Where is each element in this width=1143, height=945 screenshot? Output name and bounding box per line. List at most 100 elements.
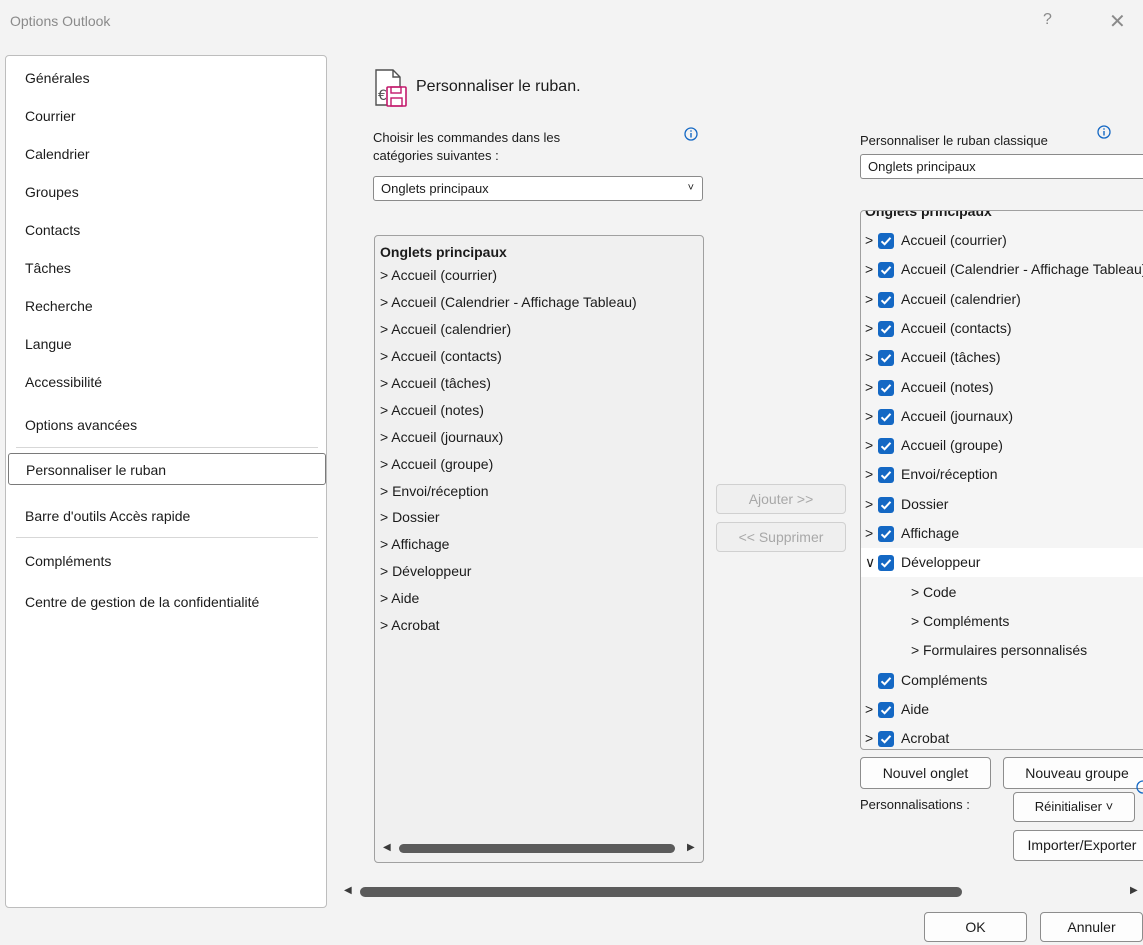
- scroll-right-icon[interactable]: ▶: [687, 842, 695, 853]
- scrollbar-thumb[interactable]: [360, 887, 962, 897]
- nav-item-generales[interactable]: Générales: [8, 62, 326, 94]
- list-item[interactable]: > Dossier: [380, 504, 440, 530]
- list-item[interactable]: > Accueil (groupe): [380, 451, 493, 477]
- tree-item[interactable]: > Accueil (groupe): [861, 431, 1143, 460]
- chevron-right-icon[interactable]: >: [865, 373, 873, 402]
- info-icon[interactable]: [1136, 780, 1143, 797]
- checkbox[interactable]: [878, 496, 894, 513]
- tree-item[interactable]: > Aide: [861, 695, 1143, 724]
- chevron-right-icon[interactable]: >: [865, 343, 873, 372]
- checkbox[interactable]: [878, 262, 894, 279]
- checkbox[interactable]: [878, 233, 894, 249]
- help-button[interactable]: ?: [1043, 11, 1052, 29]
- ribbon-tree[interactable]: Onglets principaux > Accueil (courrier) > A…: [860, 210, 1143, 750]
- checkbox[interactable]: [878, 291, 894, 308]
- chevron-right-icon[interactable]: >: [911, 607, 919, 636]
- reset-dropdown-button[interactable]: Réinitialiser ˅: [1013, 792, 1135, 822]
- chevron-right-icon[interactable]: >: [865, 431, 873, 460]
- list-item[interactable]: > Accueil (Calendrier - Affichage Tablea…: [380, 289, 637, 315]
- tree-item[interactable]: Compléments: [861, 666, 1143, 695]
- list-item[interactable]: > Affichage: [380, 531, 449, 557]
- nav-item-contacts[interactable]: Contacts: [8, 214, 326, 246]
- chevron-right-icon[interactable]: >: [865, 490, 873, 519]
- tree-item[interactable]: > Accueil (courrier): [861, 226, 1143, 255]
- new-group-button[interactable]: Nouveau groupe: [1003, 757, 1143, 789]
- tree-item[interactable]: ∨ Développeur: [861, 548, 1143, 578]
- tree-item[interactable]: > Accueil (journaux): [861, 402, 1143, 431]
- checkbox[interactable]: [878, 467, 894, 484]
- nav-item-complements[interactable]: Compléments: [8, 545, 326, 577]
- add-button[interactable]: Ajouter >>: [716, 484, 846, 514]
- checkbox[interactable]: [878, 320, 894, 337]
- checkbox[interactable]: [878, 701, 894, 718]
- info-icon[interactable]: [1097, 125, 1111, 142]
- nav-item-accessibilite[interactable]: Accessibilité: [8, 366, 326, 398]
- chevron-right-icon[interactable]: >: [865, 285, 873, 314]
- nav-item-options-avancees[interactable]: Options avancées: [8, 409, 326, 441]
- commands-listbox[interactable]: Onglets principaux > Accueil (courrier) …: [374, 235, 704, 863]
- import-export-button[interactable]: Importer/Exporter: [1013, 830, 1143, 861]
- list-item[interactable]: > Envoi/réception: [380, 478, 489, 504]
- checkbox[interactable]: [878, 672, 894, 689]
- ribbon-target-dropdown[interactable]: Onglets principaux: [860, 154, 1143, 179]
- ok-button[interactable]: OK: [924, 912, 1027, 942]
- commands-category-dropdown[interactable]: Onglets principaux ˅: [373, 176, 703, 201]
- chevron-right-icon[interactable]: >: [865, 695, 873, 724]
- new-tab-button[interactable]: Nouvel onglet: [860, 757, 991, 789]
- nav-item-personnaliser-ruban[interactable]: Personnaliser le ruban: [8, 453, 326, 485]
- list-item[interactable]: > Acrobat: [380, 612, 440, 638]
- chevron-right-icon[interactable]: >: [865, 314, 873, 343]
- list-item[interactable]: > Développeur: [380, 558, 471, 584]
- tree-item[interactable]: > Formulaires personnalisés: [861, 636, 1143, 665]
- list-item[interactable]: > Accueil (tâches): [380, 370, 491, 396]
- checkbox[interactable]: [878, 731, 894, 748]
- nav-item-barre-acces-rapide[interactable]: Barre d'outils Accès rapide: [8, 500, 326, 532]
- nav-item-courrier[interactable]: Courrier: [8, 100, 326, 132]
- tree-item[interactable]: > Affichage: [861, 519, 1143, 548]
- list-hscrollbar[interactable]: ◀ ▶: [379, 842, 699, 856]
- scrollbar-thumb[interactable]: [399, 844, 675, 853]
- tree-item[interactable]: > Accueil (contacts): [861, 314, 1143, 343]
- nav-item-recherche[interactable]: Recherche: [8, 290, 326, 322]
- list-item[interactable]: > Accueil (calendrier): [380, 316, 511, 342]
- checkbox[interactable]: [878, 555, 894, 572]
- list-item[interactable]: > Accueil (notes): [380, 397, 484, 423]
- info-icon[interactable]: [684, 127, 698, 144]
- nav-item-calendrier[interactable]: Calendrier: [8, 138, 326, 170]
- page-hscrollbar[interactable]: ◀ ▶: [340, 884, 1143, 900]
- remove-button[interactable]: << Supprimer: [716, 522, 846, 552]
- close-button[interactable]: ✕: [1109, 9, 1126, 34]
- chevron-right-icon[interactable]: >: [865, 402, 873, 431]
- checkbox[interactable]: [878, 350, 894, 367]
- list-item[interactable]: > Accueil (journaux): [380, 424, 503, 450]
- tree-item[interactable]: > Accueil (Calendrier - Affichage Tableau…: [861, 255, 1143, 284]
- tree-item[interactable]: > Code: [861, 578, 1143, 607]
- list-item[interactable]: > Accueil (courrier): [380, 262, 497, 288]
- chevron-down-icon[interactable]: ∨: [865, 548, 875, 577]
- tree-item[interactable]: > Compléments: [861, 607, 1143, 636]
- nav-item-groupes[interactable]: Groupes: [8, 176, 326, 208]
- checkbox[interactable]: [878, 438, 894, 455]
- tree-item[interactable]: > Accueil (tâches): [861, 343, 1143, 372]
- tree-item[interactable]: > Accueil (calendrier): [861, 285, 1143, 314]
- chevron-right-icon[interactable]: >: [911, 578, 919, 607]
- chevron-right-icon[interactable]: >: [865, 460, 873, 489]
- checkbox[interactable]: [878, 408, 894, 425]
- checkbox[interactable]: [878, 526, 894, 542]
- checkbox[interactable]: [878, 379, 894, 396]
- nav-item-langue[interactable]: Langue: [8, 328, 326, 360]
- list-item[interactable]: > Aide: [380, 585, 419, 611]
- nav-item-confidentialite[interactable]: Centre de gestion de la confidentialité: [8, 586, 326, 618]
- tree-item[interactable]: > Accueil (notes): [861, 373, 1143, 402]
- tree-item[interactable]: > Envoi/réception: [861, 460, 1143, 489]
- chevron-right-icon[interactable]: >: [865, 724, 873, 749]
- tree-item[interactable]: > Dossier: [861, 490, 1143, 519]
- scroll-right-icon[interactable]: ▶: [1130, 885, 1138, 896]
- tree-item[interactable]: > Acrobat: [861, 724, 1143, 749]
- list-item[interactable]: > Accueil (contacts): [380, 343, 502, 369]
- scroll-left-icon[interactable]: ◀: [344, 885, 352, 896]
- chevron-right-icon[interactable]: >: [911, 636, 919, 665]
- chevron-right-icon[interactable]: >: [865, 226, 873, 255]
- cancel-button[interactable]: Annuler: [1040, 912, 1143, 942]
- chevron-right-icon[interactable]: >: [865, 519, 873, 548]
